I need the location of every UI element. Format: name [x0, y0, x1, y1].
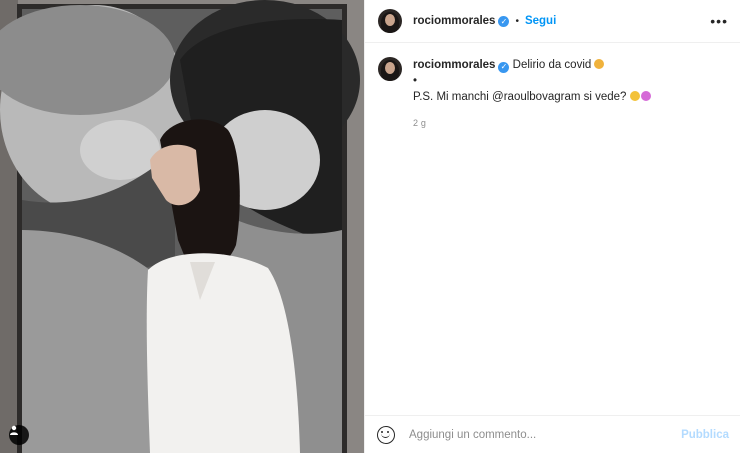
caption-text: Delirio da covid	[512, 59, 592, 71]
emoji-picker-icon[interactable]	[377, 425, 395, 444]
post-photo[interactable]	[0, 0, 364, 453]
caption-line-3: P.S. Mi manchi @raoulbovagram si vede?	[413, 91, 627, 103]
caption: rociommorales ✓ Delirio da covid • P.S. M…	[365, 43, 740, 131]
hot-face-emoji-icon	[594, 59, 605, 69]
caption-line-2: •	[413, 75, 418, 87]
caption-body: rociommorales ✓ Delirio da covid • P.S. M…	[413, 57, 651, 131]
more-options-icon[interactable]: •••	[710, 13, 728, 29]
caption-avatar[interactable]	[378, 57, 402, 81]
verified-badge-icon: ✓	[498, 15, 510, 27]
post-header: rociommorales ✓ • Segui •••	[365, 0, 740, 43]
header-username[interactable]: rociommorales	[413, 15, 495, 27]
photo-illustration	[0, 0, 364, 453]
comment-input[interactable]	[407, 427, 682, 442]
post-side-panel: rociommorales ✓ • Segui ••• rociommorale…	[364, 0, 740, 453]
avatar[interactable]	[378, 9, 402, 33]
person-icon	[10, 425, 18, 435]
instagram-post: rociommorales ✓ • Segui ••• rociommorale…	[0, 0, 740, 453]
follow-button[interactable]: Segui	[525, 15, 556, 27]
grin-emoji-icon	[629, 91, 640, 101]
tagged-user-icon[interactable]	[9, 425, 29, 445]
post-timestamp[interactable]: 2 g	[413, 115, 651, 131]
separator-dot: •	[515, 15, 519, 27]
publish-button[interactable]: Pubblica	[681, 429, 729, 441]
comment-bar: Pubblica	[365, 415, 740, 453]
verified-badge-icon: ✓	[498, 61, 510, 73]
heart-emoji-icon	[640, 91, 651, 101]
caption-username[interactable]: rociommorales	[413, 59, 495, 71]
